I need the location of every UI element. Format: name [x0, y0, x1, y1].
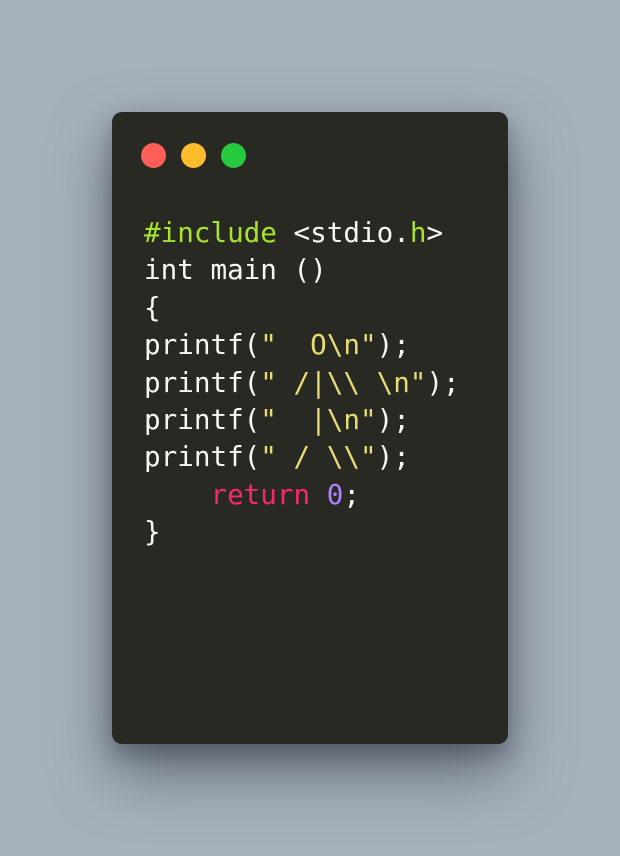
code-token-plain: printf(	[144, 440, 261, 474]
code-token-plain: );	[376, 402, 410, 436]
code-line: printf(" |\n");	[144, 401, 460, 438]
code-token-plain: int main ()	[144, 253, 327, 287]
code-token-plain: );	[376, 328, 410, 362]
maximize-dot-icon[interactable]	[221, 143, 246, 168]
code-line: printf(" / \\");	[144, 438, 460, 475]
code-token-plain: ;	[343, 477, 361, 511]
code-token-keyword: h	[409, 216, 427, 249]
code-block: #include <stdio.h> int main (){printf(" O…	[144, 214, 460, 551]
code-line: int main ()	[144, 251, 460, 288]
code-token-plain: }	[144, 515, 161, 549]
code-line: }	[144, 513, 460, 550]
code-token-string: " / \\"	[260, 440, 377, 474]
code-line: #include <stdio.h>	[144, 214, 460, 251]
code-token-keyword: #include	[144, 216, 277, 249]
code-token-plain: printf(	[144, 365, 261, 399]
code-token-string: " |\n"	[260, 402, 377, 436]
code-token-control: return	[210, 477, 311, 511]
code-line: return 0;	[144, 476, 460, 513]
code-line: {	[144, 289, 460, 326]
code-token-plain: >	[426, 216, 444, 249]
code-line: printf(" O\n");	[144, 326, 460, 363]
code-token-plain: printf(	[144, 402, 261, 436]
close-dot-icon[interactable]	[141, 143, 166, 168]
code-token-plain: printf(	[144, 328, 261, 362]
code-token-string: " O\n"	[260, 328, 377, 362]
minimize-dot-icon[interactable]	[181, 143, 206, 168]
code-token-plain: <stdio.	[276, 216, 410, 249]
code-token-string: " /|\\ \n"	[260, 365, 427, 399]
window-controls	[141, 143, 246, 168]
code-token-number: 0	[326, 477, 344, 511]
code-token-plain: {	[144, 290, 161, 324]
code-line: printf(" /|\\ \n");	[144, 364, 460, 401]
code-token-plain: );	[376, 440, 410, 474]
code-window: #include <stdio.h> int main (){printf(" O…	[112, 112, 508, 744]
code-token-plain: );	[426, 365, 460, 399]
